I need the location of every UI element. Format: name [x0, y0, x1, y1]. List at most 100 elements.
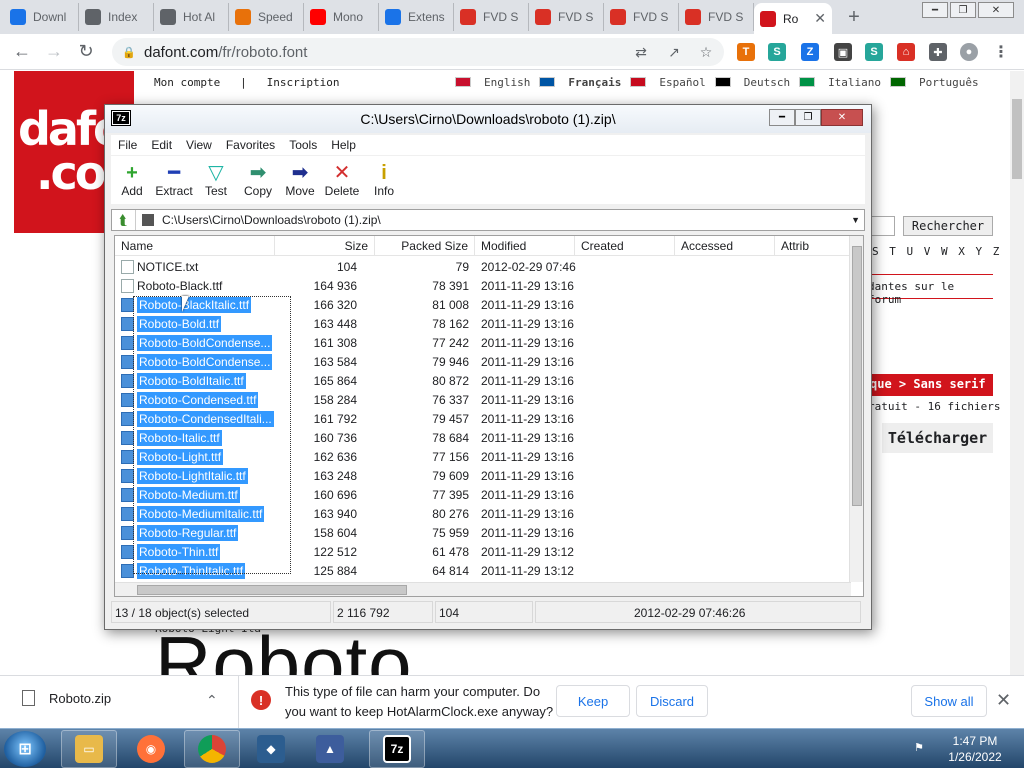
file-row[interactable]: Roboto-LightItalic.ttf 163 248 79 609 2011-… [115, 466, 851, 485]
show-all-button[interactable]: Show all [911, 685, 987, 717]
language-1[interactable]: Français [539, 76, 621, 89]
test-button[interactable]: ▽ Test [195, 156, 237, 204]
taskbar-inkscape[interactable]: ▲ [302, 730, 358, 768]
tab-7[interactable]: FVD S [529, 3, 604, 31]
tab-6[interactable]: FVD S [454, 3, 529, 31]
alphabet-index[interactable]: S T U V W X Y Z # [872, 245, 1019, 258]
menu-favorites[interactable]: Favorites [219, 138, 282, 152]
file-row[interactable]: Roboto-Bold.ttf 163 448 78 162 2011-11-29 1… [115, 314, 851, 333]
taskbar-virtualbox[interactable]: ◆ [243, 730, 299, 768]
close-window-button[interactable]: ✕ [978, 2, 1014, 18]
file-row[interactable]: Roboto-Light.ttf 162 636 77 156 2011-11-29 … [115, 447, 851, 466]
close-download-bar-icon[interactable]: ✕ [996, 690, 1011, 711]
discard-button[interactable]: Discard [636, 685, 708, 717]
language-3[interactable]: Deutsch [714, 76, 790, 89]
file-row[interactable]: Roboto-BoldCondense... 163 584 79 946 2011-… [115, 352, 851, 371]
minimize-button[interactable]: ━ [922, 2, 948, 18]
extension-screen-icon[interactable]: ▣ [834, 43, 852, 61]
system-clock[interactable]: 1:47 PM 1/26/2022 [936, 733, 1014, 765]
forum-link[interactable]: dantes sur le forum [868, 274, 993, 306]
tab-10[interactable]: Ro ✕ [754, 3, 832, 34]
menu-kebab-icon[interactable]: ⋮ [992, 43, 1010, 61]
taskbar-7zip[interactable]: 7z [369, 730, 425, 768]
share-icon[interactable]: ↗ [665, 44, 683, 62]
7zip-path-bar[interactable]: ⮬ C:\Users\Cirno\Downloads\roboto (1).zi… [111, 209, 865, 231]
vscroll-thumb[interactable] [852, 246, 862, 506]
info-button[interactable]: i Info [363, 156, 405, 204]
tab-5[interactable]: Extens [379, 3, 454, 31]
file-row[interactable]: Roboto-CondensedItali... 161 792 79 457 201… [115, 409, 851, 428]
maximize-button[interactable]: ❐ [950, 2, 976, 18]
download-item[interactable]: Roboto.zip [22, 690, 111, 706]
download-button[interactable]: Télécharger [882, 423, 993, 453]
copy-button[interactable]: ➡ Copy [237, 156, 279, 204]
menu-help[interactable]: Help [324, 138, 363, 152]
tab-2[interactable]: Hot Al [154, 3, 229, 31]
taskbar-chrome[interactable] [184, 730, 240, 768]
delete-button[interactable]: ✕ Delete [321, 156, 363, 204]
path-dropdown-icon[interactable]: ▼ [851, 215, 860, 225]
column-header-modified[interactable]: Modified [475, 236, 575, 256]
column-header-attrib[interactable]: Attrib [775, 236, 851, 256]
7zip-path-text[interactable]: C:\Users\Cirno\Downloads\roboto (1).zip\ [162, 213, 381, 227]
forward-icon[interactable]: → [38, 36, 70, 68]
menu-tools[interactable]: Tools [282, 138, 324, 152]
column-header-size[interactable]: Size [275, 236, 375, 256]
extension-z-icon[interactable]: Z [801, 43, 819, 61]
file-row[interactable]: NOTICE.txt 104 79 2012-02-29 07:46 [115, 257, 851, 276]
column-header-packed-size[interactable]: Packed Size [375, 236, 475, 256]
7zip-close-button[interactable]: ✕ [821, 109, 863, 126]
file-row[interactable]: Roboto-Condensed.ttf 158 284 76 337 2011-11… [115, 390, 851, 409]
bookmark-star-icon[interactable]: ☆ [697, 44, 715, 62]
tab-8[interactable]: FVD S [604, 3, 679, 31]
extension-s2-icon[interactable]: S [865, 43, 883, 61]
language-0[interactable]: English [455, 76, 530, 89]
file-row[interactable]: Roboto-Italic.ttf 160 736 78 684 2011-11-29… [115, 428, 851, 447]
file-row[interactable]: Roboto-MediumItalic.ttf 163 940 80 276 2011… [115, 504, 851, 523]
menu-file[interactable]: File [111, 138, 144, 152]
file-row[interactable]: Roboto-Black.ttf 164 936 78 391 2011-11-29 … [115, 276, 851, 295]
file-row[interactable]: Roboto-BoldCondense... 161 308 77 242 2011-… [115, 333, 851, 352]
start-button[interactable]: ⊞ [4, 731, 46, 767]
file-row[interactable]: Roboto-ThinItalic.ttf 125 884 64 814 2011-1… [115, 561, 851, 580]
menu-edit[interactable]: Edit [144, 138, 179, 152]
7zip-titlebar[interactable]: 7z C:\Users\Cirno\Downloads\roboto (1).z… [105, 105, 871, 133]
category-breadcrumb[interactable]: que > Sans serif [868, 374, 993, 396]
chevron-up-icon[interactable]: ⌃ [206, 692, 218, 709]
reload-icon[interactable]: ↻ [70, 36, 102, 68]
column-header-accessed[interactable]: Accessed [675, 236, 775, 256]
extensions-puzzle-icon[interactable]: ✚ [929, 43, 947, 61]
file-list[interactable]: Name Size Packed Size Modified Created Access… [114, 235, 864, 597]
column-header-created[interactable]: Created [575, 236, 675, 256]
language-4[interactable]: Italiano [799, 76, 881, 89]
column-header-name[interactable]: Name [115, 236, 275, 256]
file-row[interactable]: Roboto-Medium.ttf 160 696 77 395 2011-11-29… [115, 485, 851, 504]
back-icon[interactable]: ← [6, 36, 38, 68]
tab-4[interactable]: Mono [304, 3, 379, 31]
account-link[interactable]: Mon compte [154, 76, 220, 89]
extension-s-icon[interactable]: S [768, 43, 786, 61]
extension-t-icon[interactable]: T [737, 43, 755, 61]
file-row[interactable]: Roboto-BlackItalic.ttf 166 320 81 008 2011-… [115, 295, 851, 314]
file-row[interactable]: Roboto-BoldItalic.ttf 165 864 80 872 2011-1… [115, 371, 851, 390]
move-button[interactable]: ➡ Move [279, 156, 321, 204]
7zip-minimize-button[interactable]: ━ [769, 109, 795, 126]
file-list-hscroll[interactable] [115, 582, 851, 596]
keep-button[interactable]: Keep [556, 685, 630, 717]
new-tab-button[interactable]: + [840, 3, 868, 31]
language-2[interactable]: Español [630, 76, 706, 89]
file-row[interactable]: Roboto-Thin.ttf 122 512 61 478 2011-11-29 1… [115, 542, 851, 561]
page-scroll-thumb[interactable] [1012, 99, 1022, 179]
page-scrollbar[interactable] [1010, 71, 1024, 675]
7zip-maximize-button[interactable]: ❐ [795, 109, 821, 126]
file-list-vscroll[interactable] [849, 236, 863, 582]
translate-icon[interactable]: ⇄ [632, 44, 650, 62]
language-5[interactable]: Português [890, 76, 979, 89]
tab-9[interactable]: FVD S [679, 3, 754, 31]
profile-avatar-icon[interactable]: ● [960, 43, 978, 61]
tab-1[interactable]: Index [79, 3, 154, 31]
signup-link[interactable]: Inscription [267, 76, 340, 89]
add-button[interactable]: + Add [111, 156, 153, 204]
tab-3[interactable]: Speed [229, 3, 304, 31]
hscroll-thumb[interactable] [137, 585, 407, 595]
